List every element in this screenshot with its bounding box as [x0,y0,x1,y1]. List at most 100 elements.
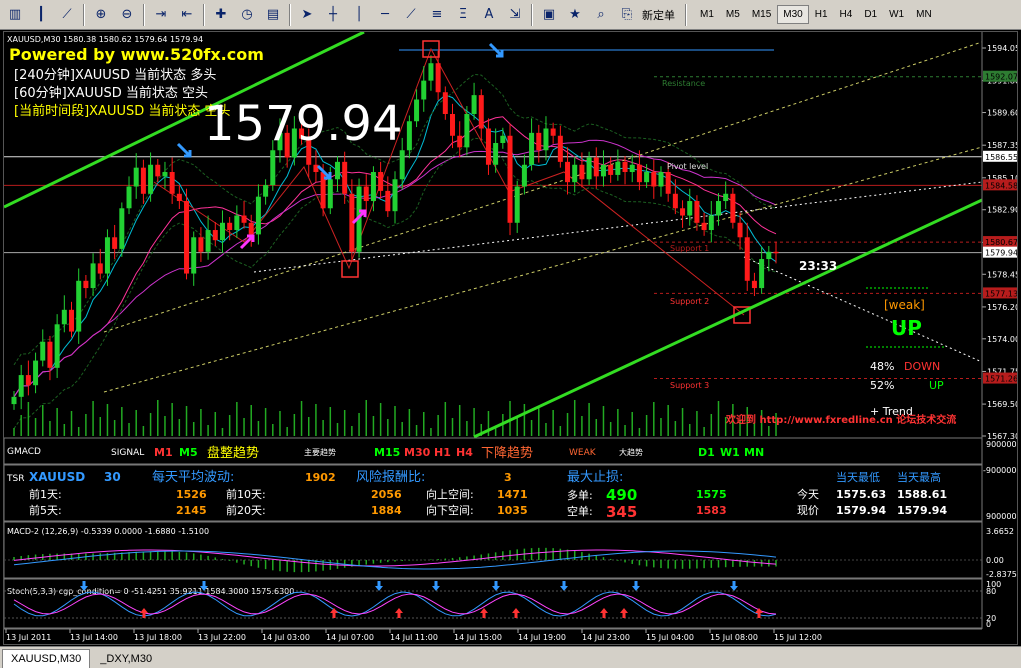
tsr-long-label: 多单: [567,488,593,502]
candle-body [543,128,549,151]
chart-tab[interactable]: XAUUSD,M30 [2,649,91,668]
channel-icon[interactable]: ≡ [426,4,448,26]
tsr-short-price: 1583 [696,504,727,517]
tsr-now-label: 现价 [797,504,819,517]
timeframe-w1[interactable]: W1 [883,5,910,24]
bar-chart-icon[interactable]: ▥ [4,4,26,26]
time-tick-label: 14 Jul 11:00 [390,633,438,642]
support2-label: Support 2 [670,297,709,306]
candle-body [644,172,650,183]
candlestick-icon[interactable]: ┃ [30,4,52,26]
folder-star-icon[interactable]: ★ [564,4,586,26]
timeframe-m5[interactable]: M5 [720,5,746,24]
time-tick-label: 15 Jul 12:00 [774,633,822,642]
zoom-out-icon[interactable]: ⊖ [116,4,138,26]
candle-body [392,179,398,212]
candle-body [471,95,477,114]
timeframe-h1[interactable]: H1 [809,5,834,24]
time-tick-label: 14 Jul 15:00 [454,633,502,642]
welcome-banner[interactable]: 欢迎到 http://www.fxredline.cn 论坛技术交流 [725,413,956,426]
candle-body [11,396,17,405]
timeframe-m1[interactable]: M1 [694,5,720,24]
candle-body [665,172,671,194]
stoch-tick-zero: 0 [986,620,991,629]
candle-body [61,309,67,325]
new-order-button[interactable]: 新定单 [642,7,675,23]
time-tick-label: 13 Jul 2011 [6,633,51,642]
arrow-tool-icon[interactable]: ⇲ [504,4,526,26]
zoom-in-icon[interactable]: ⊕ [90,4,112,26]
chart-canvas[interactable]: 1594.051591.801589.601587.351585.101582.… [3,30,1021,644]
candle-body [478,95,484,129]
candle-body [529,132,535,165]
timeframe-m15[interactable]: M15 [746,5,777,24]
candle-body [586,157,592,180]
timeframe-m30[interactable]: M30 [777,5,809,24]
timeframe-h4[interactable]: H4 [834,5,859,24]
tsr-today-high: 1588.61 [897,488,947,501]
trendline-icon[interactable]: ⟋ [400,4,422,26]
candle-body [701,222,707,231]
candle-body [636,164,642,183]
price-tick-label: 1589.60 [987,109,1017,118]
candle-body [600,164,606,177]
price-tick-label: 1582.90 [987,206,1017,215]
templates-icon[interactable]: ▤ [262,4,284,26]
toolbar-separator [685,3,687,26]
gmacd-m15: M15 [374,446,400,459]
gmacd-scale-top: 9000000 [986,440,1017,449]
chart-shift-icon[interactable]: ⇤ [176,4,198,26]
candle-body [579,164,585,180]
navigator-icon[interactable]: ▣ [538,4,560,26]
macd-header: MACD-2 (12,26,9) -0.5339 0.0000 -1.6880 … [7,527,209,536]
candle-body [219,222,225,241]
candle-body [40,341,46,361]
candle-body [435,63,441,93]
vertical-line-icon[interactable]: │ [348,4,370,26]
candle-body [493,143,499,165]
auto-scroll-icon[interactable]: ⇥ [150,4,172,26]
candle-body [155,164,161,177]
indicators-icon[interactable]: ✚ [210,4,232,26]
candle-body [565,161,571,183]
candle-body [442,92,448,114]
candle-body [629,164,635,173]
periods-clock-icon[interactable]: ◷ [236,4,258,26]
crosshair-icon[interactable]: ┼ [322,4,344,26]
main-toolbar: ▥ ┃ ⟋ ⊕ ⊖ ⇥ ⇤ ✚ ◷ ▤ ➤ ┼ │ ─ ⟋ ≡ Ξ A ⇲ ▣ … [0,0,1021,30]
candle-body [485,128,491,165]
gmacd-m1: M1 [154,446,173,459]
candle-body [385,190,391,212]
timeframe-d1[interactable]: D1 [858,5,883,24]
timeframe-mn[interactable]: MN [910,5,938,24]
candle-body [680,208,686,216]
tsr-prev10-label: 前10天: [226,487,266,501]
candle-body [464,113,470,148]
candle-body [363,186,369,202]
price-tick-label: 1569.50 [987,400,1017,409]
tsr-long-price: 1575 [696,488,727,501]
candle-body [184,201,190,274]
pct-up-value: 52% [870,379,894,392]
stoch-header: Stoch(5,3,3) cgp_condition= 0 -51.4251 3… [7,587,294,596]
fibonacci-icon[interactable]: Ξ [452,4,474,26]
chart-window[interactable]: 1594.051591.801589.601587.351585.101582.… [3,30,1021,645]
line-chart-icon[interactable]: ⟋ [56,4,78,26]
candle-body [521,164,527,187]
candle-body [399,150,405,180]
strategy-tester-icon[interactable]: ⌕ [590,4,612,26]
cursor-icon[interactable]: ➤ [296,4,318,26]
text-tool-icon[interactable]: A [478,4,500,26]
tsr-period: 30 [104,470,121,484]
horizontal-line-icon[interactable]: ─ [374,4,396,26]
new-order-icon[interactable]: ⎘ [616,4,638,26]
candle-body [737,222,743,238]
status-240: [240分钟]XAUUSD 当前状态 多头 [14,67,216,83]
candle-body [507,135,513,223]
chart-tab[interactable]: _DXY,M30 [92,650,160,668]
candle-body [730,193,736,223]
candle-body [751,280,757,289]
tsr-prev10-value: 2056 [371,488,402,501]
toolbar-separator [203,3,205,26]
tsr-high-label: 当天最高 [897,470,941,484]
